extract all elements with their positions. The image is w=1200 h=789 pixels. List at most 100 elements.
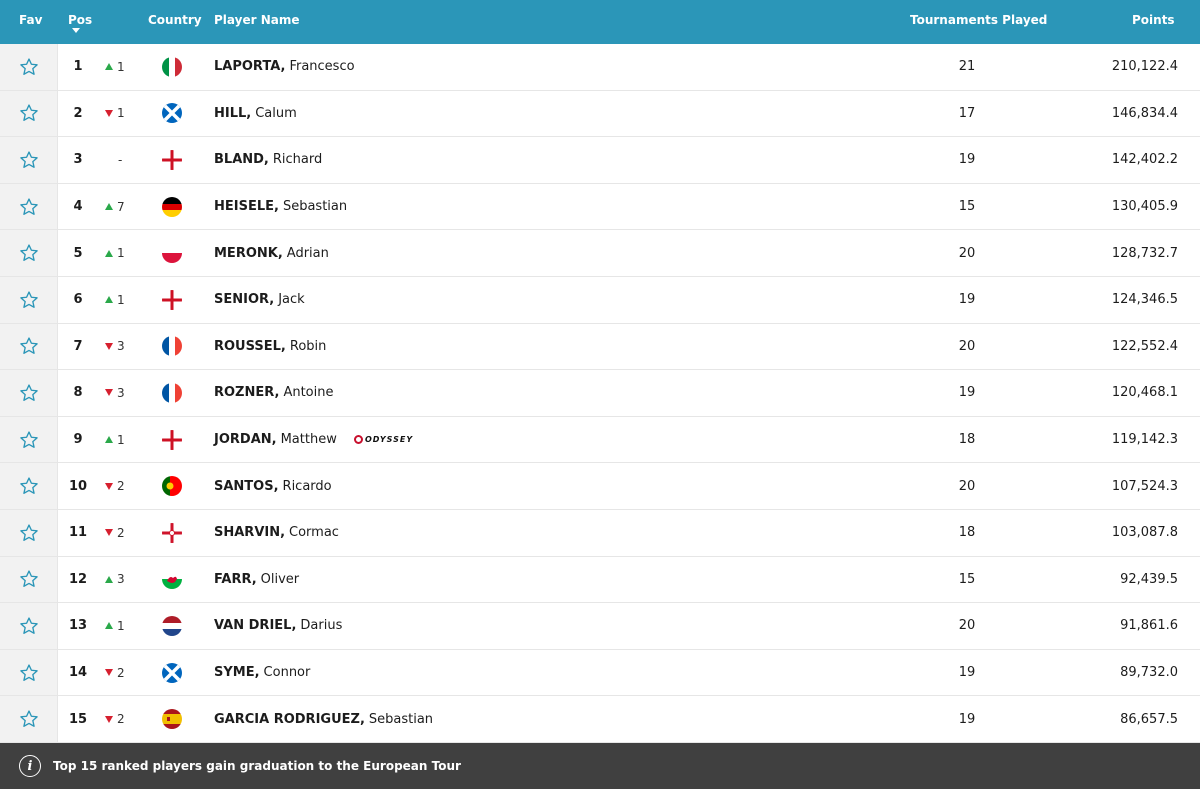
player-name-link[interactable]: ROUSSEL, Robin [214,324,326,370]
position: 4 [73,199,83,215]
position: 2 [73,105,83,121]
favorite-star-button[interactable] [0,90,58,137]
table-row[interactable]: 1 1 LAPORTA, Francesco 21 210,122.4 [0,44,1200,91]
header-country[interactable]: Country [148,13,202,27]
tournaments-played: 19 [958,385,976,401]
header-pos[interactable]: Pos [68,13,93,33]
star-icon [19,197,39,217]
table-row[interactable]: 14 2 SYME, Connor 19 89,732.0 [0,649,1200,697]
position: 8 [73,385,83,401]
favorite-star-button[interactable] [0,137,58,183]
table-row[interactable]: 13 1 VAN DRIEL, Darius 20 91,861.6 [0,603,1200,650]
favorite-star-button[interactable] [0,276,58,323]
favorite-star-button[interactable] [0,416,58,463]
movement-value: 1 [117,106,125,121]
header-points[interactable]: Points [1132,13,1175,27]
header-pos-label: Pos [68,13,93,27]
player-name-link[interactable]: MERONK, Adrian [214,230,329,276]
movement-value: 1 [117,432,125,447]
player-surname: FARR, [214,571,257,587]
arrow-down-icon [105,669,113,677]
sponsor-name: ODYSSEY [365,435,414,445]
table-row[interactable]: 2 1 HILL, Calum 17 146,834.4 [0,90,1200,138]
player-surname: BLAND, [214,152,269,168]
player-surname: HILL, [214,105,252,121]
favorite-star-button[interactable] [0,696,58,742]
table-row[interactable]: 6 1 SENIOR, Jack 19 124,346.5 [0,276,1200,324]
table-row[interactable]: 11 2 SHARVIN, Cormac 18 103,087.8 [0,509,1200,557]
position: 9 [73,432,83,448]
table-row[interactable]: 3 - BLAND, Richard 19 142,402.2 [0,137,1200,184]
table-row[interactable]: 7 3 ROUSSEL, Robin 20 122,552.4 [0,323,1200,371]
table-row[interactable]: 5 1 MERONK, Adrian 20 128,732.7 [0,230,1200,277]
player-surname: HEISELE, [214,199,279,215]
scotland-flag-icon [162,662,182,683]
star-icon [19,150,39,170]
player-given-name: Connor [263,665,311,681]
portugal-flag-icon [162,476,182,497]
tournaments-played: 15 [958,571,976,587]
player-given-name: Matthew [280,432,337,448]
player-name-link[interactable]: JORDAN, Matthew [214,417,337,463]
arrow-up-icon [105,575,113,583]
player-surname: SANTOS, [214,478,279,494]
points: 124,346.5 [1111,292,1178,308]
favorite-star-button[interactable] [0,556,58,603]
star-icon [19,57,39,77]
favorite-star-button[interactable] [0,509,58,556]
header-fav[interactable]: Fav [19,13,42,27]
table-row[interactable]: 8 3 ROZNER, Antoine 19 120,468.1 [0,370,1200,417]
player-surname: GARCIA RODRIGUEZ, [214,711,365,727]
favorite-star-button[interactable] [0,44,58,90]
player-name-link[interactable]: ROZNER, Antoine [214,370,334,416]
points: 128,732.7 [1111,245,1178,261]
favorite-star-button[interactable] [0,463,58,509]
player-name-link[interactable]: FARR, Oliver [214,557,299,603]
favorite-star-button[interactable] [0,230,58,276]
favorite-star-button[interactable] [0,603,58,649]
player-name-link[interactable]: LAPORTA, Francesco [214,44,355,90]
arrow-down-icon [105,342,113,350]
favorite-star-button[interactable] [0,370,58,416]
favorite-star-button[interactable] [0,649,58,696]
player-name-link[interactable]: BLAND, Richard [214,137,322,183]
star-icon [19,103,39,123]
player-name-link[interactable]: SENIOR, Jack [214,277,305,323]
player-name-link[interactable]: HILL, Calum [214,91,297,137]
arrow-up-icon [105,622,113,630]
arrow-down-icon [105,389,113,397]
favorite-star-button[interactable] [0,183,58,230]
table-row[interactable]: 9 1 JORDAN, Matthew ODYSSEY 18 119,142.3 [0,416,1200,464]
position: 11 [68,525,88,541]
table-row[interactable]: 15 2 GARCIA RODRIGUEZ, Sebastian 19 86,657.5 [0,696,1200,743]
table-row[interactable]: 12 3 FARR, Oliver 15 92,439.5 [0,556,1200,604]
player-name-link[interactable]: SHARVIN, Cormac [214,510,339,556]
italy-flag-icon [162,56,182,77]
player-name-link[interactable]: SANTOS, Ricardo [214,463,332,509]
position-movement: 1 [105,603,125,649]
player-name-link[interactable]: VAN DRIEL, Darius [214,603,342,649]
player-name-link[interactable]: GARCIA RODRIGUEZ, Sebastian [214,696,433,742]
table-header: Fav Pos Country Player Name Tournaments … [0,0,1200,44]
england-flag-icon [162,289,182,310]
arrow-down-icon [105,482,113,490]
table-row[interactable]: 4 7 HEISELE, Sebastian 15 130,405.9 [0,183,1200,231]
arrow-up-icon [105,436,113,444]
arrow-up-icon [105,203,113,211]
movement-value: 1 [117,59,125,74]
table-row[interactable]: 10 2 SANTOS, Ricardo 20 107,524.3 [0,463,1200,510]
position-movement: 1 [105,277,125,323]
player-name-link[interactable]: SYME, Connor [214,650,310,696]
player-surname: ROUSSEL, [214,338,286,354]
movement-value: - [118,152,123,167]
header-tournaments-played[interactable]: Tournaments Played [910,13,1047,27]
player-given-name: Antoine [283,385,334,401]
tournaments-played: 20 [958,478,976,494]
player-given-name: Robin [289,338,327,354]
player-given-name: Jack [278,292,305,308]
germany-flag-icon [162,196,182,217]
player-surname: ROZNER, [214,385,280,401]
player-name-link[interactable]: HEISELE, Sebastian [214,184,347,230]
favorite-star-button[interactable] [0,323,58,370]
header-player-name[interactable]: Player Name [214,13,299,27]
